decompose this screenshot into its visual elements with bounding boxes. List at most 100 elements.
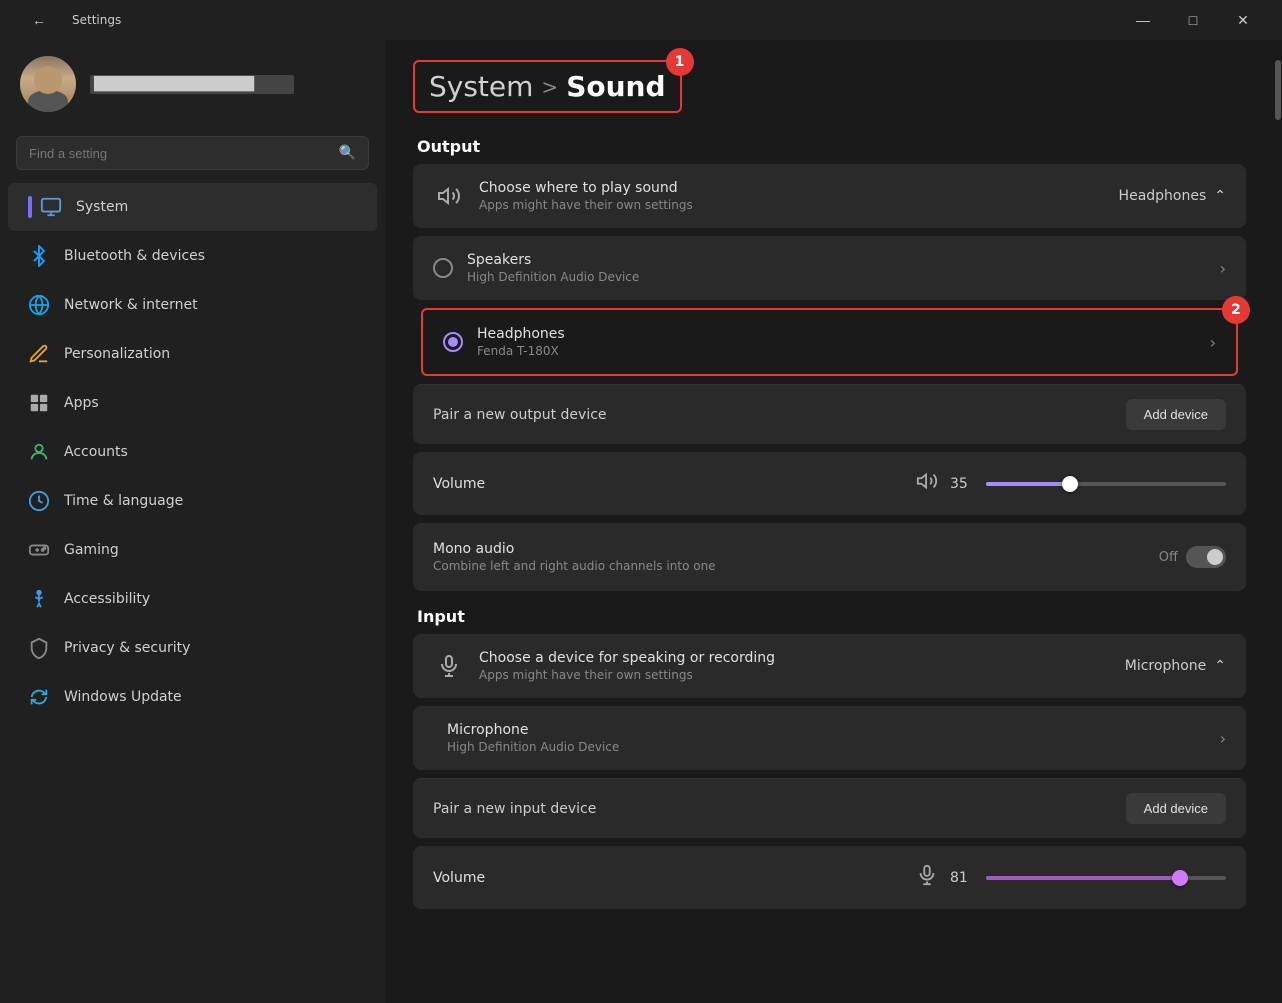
breadcrumb-current: Sound <box>566 70 665 103</box>
close-button[interactable]: ✕ <box>1220 5 1266 35</box>
back-button[interactable]: ← <box>16 5 62 35</box>
add-input-device-button[interactable]: Add device <box>1126 793 1226 824</box>
minimize-button[interactable]: — <box>1120 5 1166 35</box>
microphone-subtitle: High Definition Audio Device <box>447 740 1220 754</box>
sidebar-label-personalization: Personalization <box>64 346 170 362</box>
microphone-icon <box>433 650 465 682</box>
search-box[interactable]: 🔍 <box>16 136 369 170</box>
sidebar-item-time[interactable]: Time & language <box>8 477 377 525</box>
breadcrumb-badge-1: 1 <box>666 48 694 76</box>
microphone-chevron-icon: › <box>1220 729 1226 748</box>
volume-card: Volume 35 <box>413 452 1246 515</box>
choose-input-title: Choose a device for speaking or recordin… <box>479 650 1125 666</box>
mono-audio-row: Mono audio Combine left and right audio … <box>433 541 1226 573</box>
headphones-row[interactable]: Headphones Fenda T-180X › <box>423 310 1236 374</box>
choose-input-row[interactable]: Choose a device for speaking or recordin… <box>413 634 1246 698</box>
pair-input-label: Pair a new input device <box>433 801 596 817</box>
sidebar-item-accessibility[interactable]: Accessibility <box>8 575 377 623</box>
time-icon <box>28 490 50 512</box>
microphone-card: Microphone High Definition Audio Device … <box>413 706 1246 770</box>
microphone-row[interactable]: Microphone High Definition Audio Device … <box>413 706 1246 770</box>
headphones-radio-fill <box>448 337 458 347</box>
sidebar-item-privacy[interactable]: Privacy & security <box>8 624 377 672</box>
titlebar-title: Settings <box>72 13 121 27</box>
maximize-button[interactable]: □ <box>1170 5 1216 35</box>
choose-output-text: Choose where to play sound Apps might ha… <box>479 180 1119 212</box>
input-volume-fill <box>986 876 1180 880</box>
mono-toggle-group: Off <box>1159 546 1226 568</box>
sidebar-label-update: Windows Update <box>64 689 182 705</box>
titlebar-left: ← Settings <box>16 5 121 35</box>
output-device-name: Headphones <box>1119 188 1207 204</box>
mono-toggle-knob <box>1207 549 1223 565</box>
sidebar-item-apps[interactable]: Apps <box>8 379 377 427</box>
sidebar-item-accounts[interactable]: Accounts <box>8 428 377 476</box>
sidebar-item-gaming[interactable]: Gaming <box>8 526 377 574</box>
sidebar-label-time: Time & language <box>64 493 183 509</box>
headphones-selected-row: 2 Headphones Fenda T-180X › <box>421 308 1238 376</box>
sidebar-item-bluetooth[interactable]: Bluetooth & devices <box>8 232 377 280</box>
gaming-icon <box>28 539 50 561</box>
input-device-name: Microphone <box>1125 658 1207 674</box>
mono-state-label: Off <box>1159 550 1178 565</box>
breadcrumb-system: System <box>429 70 533 103</box>
pair-input-row: Pair a new input device Add device <box>413 778 1246 838</box>
headphones-title: Headphones <box>477 326 1210 342</box>
headphones-subtitle: Fenda T-180X <box>477 344 1210 358</box>
system-active-indicator <box>28 196 32 218</box>
sidebar-nav: System Bluetooth & devices Network & int… <box>0 182 385 722</box>
search-input[interactable] <box>29 146 331 161</box>
sidebar-label-apps: Apps <box>64 395 99 411</box>
mono-audio-card: Mono audio Combine left and right audio … <box>413 523 1246 591</box>
speakers-row[interactable]: Speakers High Definition Audio Device › <box>413 236 1246 300</box>
pair-output-row: Pair a new output device Add device <box>413 384 1246 444</box>
choose-input-value: Microphone ⌃ <box>1125 658 1226 674</box>
mono-text: Mono audio Combine left and right audio … <box>433 541 1159 573</box>
privacy-icon <box>28 637 50 659</box>
bluetooth-icon <box>28 245 50 267</box>
choose-output-subtitle: Apps might have their own settings <box>479 198 1119 212</box>
sidebar-label-privacy: Privacy & security <box>64 640 190 656</box>
sidebar-label-network: Network & internet <box>64 297 198 313</box>
headphones-radio[interactable] <box>443 332 463 352</box>
volume-slider[interactable] <box>986 482 1226 486</box>
input-volume-label: Volume <box>433 870 904 886</box>
mono-title: Mono audio <box>433 541 1159 557</box>
mono-toggle[interactable] <box>1186 546 1226 568</box>
breadcrumb-separator: > <box>541 75 558 99</box>
apps-icon <box>28 392 50 414</box>
output-section-title: Output <box>413 137 1246 156</box>
avatar <box>20 56 76 112</box>
titlebar-controls: — □ ✕ <box>1120 5 1266 35</box>
sidebar: ████████████████ 🔍 System Bluetooth <box>0 40 385 1003</box>
pair-output-label: Pair a new output device <box>433 407 607 423</box>
scrollbar-thumb[interactable] <box>1275 60 1281 120</box>
accessibility-icon <box>28 588 50 610</box>
choose-input-text: Choose a device for speaking or recordin… <box>479 650 1125 682</box>
network-icon <box>28 294 50 316</box>
input-section-title: Input <box>417 607 1246 626</box>
sidebar-item-personalization[interactable]: Personalization <box>8 330 377 378</box>
expand-output-icon: ⌃ <box>1214 188 1226 204</box>
speakers-card: Speakers High Definition Audio Device › <box>413 236 1246 300</box>
sidebar-item-network[interactable]: Network & internet <box>8 281 377 329</box>
input-volume-row: Volume 81 <box>433 864 1226 891</box>
speakers-radio[interactable] <box>433 258 453 278</box>
sidebar-label-gaming: Gaming <box>64 542 119 558</box>
input-volume-value: 81 <box>950 870 974 886</box>
update-icon <box>28 686 50 708</box>
volume-fill <box>986 482 1070 486</box>
search-icon: 🔍 <box>339 145 356 161</box>
sidebar-label-accessibility: Accessibility <box>64 591 150 607</box>
input-volume-slider[interactable] <box>986 876 1226 880</box>
headphones-badge-2: 2 <box>1222 296 1250 324</box>
volume-row: Volume 35 <box>433 470 1226 497</box>
sidebar-item-system[interactable]: System <box>8 183 377 231</box>
choose-output-row[interactable]: Choose where to play sound Apps might ha… <box>413 164 1246 228</box>
sidebar-item-update[interactable]: Windows Update <box>8 673 377 721</box>
sidebar-label-accounts: Accounts <box>64 444 128 460</box>
volume-icon <box>916 470 938 497</box>
personalization-icon <box>28 343 50 365</box>
scrollbar-track[interactable] <box>1274 40 1282 1003</box>
add-output-device-button[interactable]: Add device <box>1126 399 1226 430</box>
